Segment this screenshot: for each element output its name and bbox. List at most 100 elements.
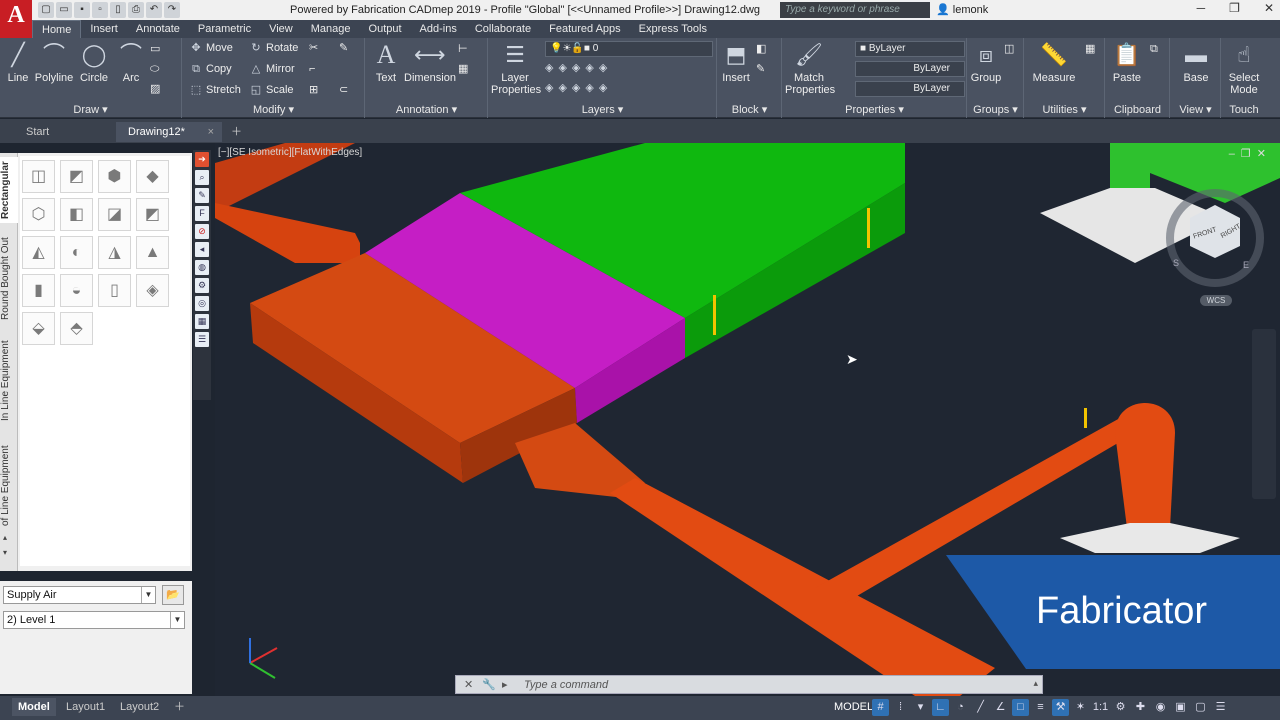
tab-featured-apps[interactable]: Featured Apps	[540, 20, 630, 38]
print-icon[interactable]: ⎙	[128, 2, 144, 18]
array-icon[interactable]: ⊞	[309, 82, 318, 99]
shoe-item[interactable]: ◩	[136, 198, 169, 231]
wcs-label[interactable]: WCS	[1200, 295, 1232, 306]
command-prompt-icon[interactable]: ▸	[502, 678, 508, 691]
table-icon[interactable]: ▦	[458, 61, 468, 78]
tab-add-ins[interactable]: Add-ins	[411, 20, 466, 38]
end-cap-item[interactable]: ◭	[22, 236, 55, 269]
close-tab-icon[interactable]: ×	[208, 122, 214, 142]
grid-icon[interactable]: #	[872, 699, 889, 716]
edit-block-icon[interactable]: ✎	[756, 61, 765, 78]
tab-annotate[interactable]: Annotate	[127, 20, 189, 38]
view-panel-title[interactable]: View ▾	[1171, 103, 1220, 116]
fab-stop-icon[interactable]: ⊘	[195, 224, 209, 239]
touch-panel-title[interactable]: Touch	[1222, 104, 1266, 116]
bend-item[interactable]: ◩	[60, 160, 93, 193]
add-layout-button[interactable]: ＋	[168, 698, 191, 716]
fab-globe-icon[interactable]: ◍	[195, 260, 209, 275]
offset-icon[interactable]: ⊂	[339, 82, 348, 99]
square-to-round-item[interactable]: ⬡	[22, 198, 55, 231]
fab-search-icon[interactable]: ⌕	[195, 170, 209, 185]
palette-scroll-down-icon[interactable]: ▾	[3, 548, 7, 557]
new-file-icon[interactable]: ▢	[38, 2, 54, 18]
fab-link-icon[interactable]: ⚙	[195, 278, 209, 293]
tab-round-bought-out[interactable]: Round Bought Out	[0, 231, 18, 326]
close-command-icon[interactable]: ✕	[464, 678, 473, 691]
offset-item[interactable]: ◆	[136, 160, 169, 193]
trim-icon[interactable]: ✂	[309, 40, 318, 57]
damper-item[interactable]: ▯	[98, 274, 131, 307]
circle-button[interactable]: ◯ Circle	[78, 40, 110, 84]
clipboard-panel-title[interactable]: Clipboard	[1106, 104, 1169, 116]
tab-view[interactable]: View	[260, 20, 302, 38]
rotate-button[interactable]: ↻ Rotate	[249, 40, 298, 57]
annotation-visibility-icon[interactable]: ⚒	[1052, 699, 1069, 716]
vp-restore-icon[interactable]: ❐	[1241, 148, 1257, 160]
annotation-panel-title[interactable]: Annotation ▾	[366, 103, 487, 116]
application-menu-button[interactable]: A	[0, 0, 32, 40]
copy-button[interactable]: ⧉ Copy	[189, 61, 232, 78]
fab-target-icon[interactable]: ◎	[195, 296, 209, 311]
transition-item[interactable]: ⬢	[98, 160, 131, 193]
line-button[interactable]: ╱ Line	[3, 40, 33, 84]
boot-item[interactable]: ▲	[136, 236, 169, 269]
straight-duct-item[interactable]: ◫	[22, 160, 55, 193]
create-block-icon[interactable]: ◧	[756, 41, 766, 58]
command-input[interactable]: Type a command	[524, 679, 608, 691]
customize-menu-icon[interactable]: ☰	[1212, 699, 1229, 716]
annotation-scale-icon[interactable]: 1:1	[1092, 699, 1109, 716]
groups-panel-title[interactable]: Groups ▾	[968, 103, 1023, 116]
fab-edit-icon[interactable]: ✎	[195, 188, 209, 203]
layer-tools-row2[interactable]: ◈◈◈◈◈	[545, 80, 612, 97]
dimension-button[interactable]: ⟷ Dimension	[404, 40, 456, 84]
polar-icon[interactable]: ◔	[952, 699, 969, 716]
tab-insert[interactable]: Insert	[81, 20, 127, 38]
stretch-button[interactable]: ⬚ Stretch	[189, 82, 241, 99]
tab-output[interactable]: Output	[360, 20, 411, 38]
base-view-button[interactable]: ▬ Base	[1179, 40, 1213, 84]
tab-of-line-equipment[interactable]: of Line Equipment	[0, 438, 18, 533]
move-button[interactable]: ✥ Move	[189, 40, 233, 57]
tab-model[interactable]: Model	[12, 698, 56, 716]
minimize-icon[interactable]: ─	[1197, 1, 1206, 15]
layer-dropdown[interactable]: 💡☀🔓■ 0	[545, 41, 713, 57]
close-icon[interactable]: ✕	[1264, 1, 1274, 15]
new-tab-button[interactable]: ＋	[226, 122, 247, 142]
user-account[interactable]: 👤 lemonk	[936, 3, 988, 16]
layer-properties-button[interactable]: ☰ Layer Properties	[491, 40, 541, 96]
plenum-item[interactable]: ◈	[136, 274, 169, 307]
tab-layout2[interactable]: Layout2	[114, 698, 165, 716]
fillet-icon[interactable]: ⌐	[309, 61, 315, 78]
tab-rectangular[interactable]: Rectangular	[0, 157, 18, 223]
isolate-icon[interactable]: ◉	[1152, 699, 1169, 716]
search-input[interactable]: Type a keyword or phrase	[780, 2, 930, 18]
text-button[interactable]: A Text	[370, 40, 402, 84]
palette-scroll-up-icon[interactable]: ▴	[3, 533, 7, 542]
cap-item[interactable]: ⬘	[60, 312, 93, 345]
layers-panel-title[interactable]: Layers ▾	[489, 103, 716, 116]
wye-item[interactable]: ◮	[98, 236, 131, 269]
modify-panel-title[interactable]: Modify ▾	[183, 103, 364, 116]
access-door-item[interactable]: ▮	[22, 274, 55, 307]
calculator-icon[interactable]: ▦	[1085, 41, 1095, 58]
infer-icon[interactable]: ▾	[912, 699, 929, 716]
fab-arrow2-icon[interactable]: ◂	[195, 242, 209, 257]
group-button[interactable]: ⧈ Group	[970, 40, 1002, 84]
vp-close-icon[interactable]: ✕	[1257, 148, 1272, 160]
snap-icon[interactable]: ⁞	[892, 699, 909, 716]
tab-parametric[interactable]: Parametric	[189, 20, 260, 38]
rectangle-icon[interactable]: ▭	[150, 41, 160, 58]
draw-panel-title[interactable]: Draw ▾	[0, 103, 181, 116]
undo-icon[interactable]: ↶	[146, 2, 162, 18]
hardware-accel-icon[interactable]: ▣	[1172, 699, 1189, 716]
service-browse-button[interactable]: 📂	[162, 585, 184, 605]
tab-collaborate[interactable]: Collaborate	[466, 20, 540, 38]
erase-icon[interactable]: ✎	[339, 40, 348, 57]
workspace-gear-icon[interactable]: ⚙	[1112, 699, 1129, 716]
restore-icon[interactable]: ❐	[1229, 1, 1240, 15]
elbow-item[interactable]: ◐	[60, 236, 93, 269]
match-properties-button[interactable]: 🖌 Match Properties	[785, 40, 835, 96]
save-icon[interactable]: ▪	[74, 2, 90, 18]
open-file-icon[interactable]: ▭	[56, 2, 72, 18]
leader-icon[interactable]: ⊢	[458, 41, 468, 58]
